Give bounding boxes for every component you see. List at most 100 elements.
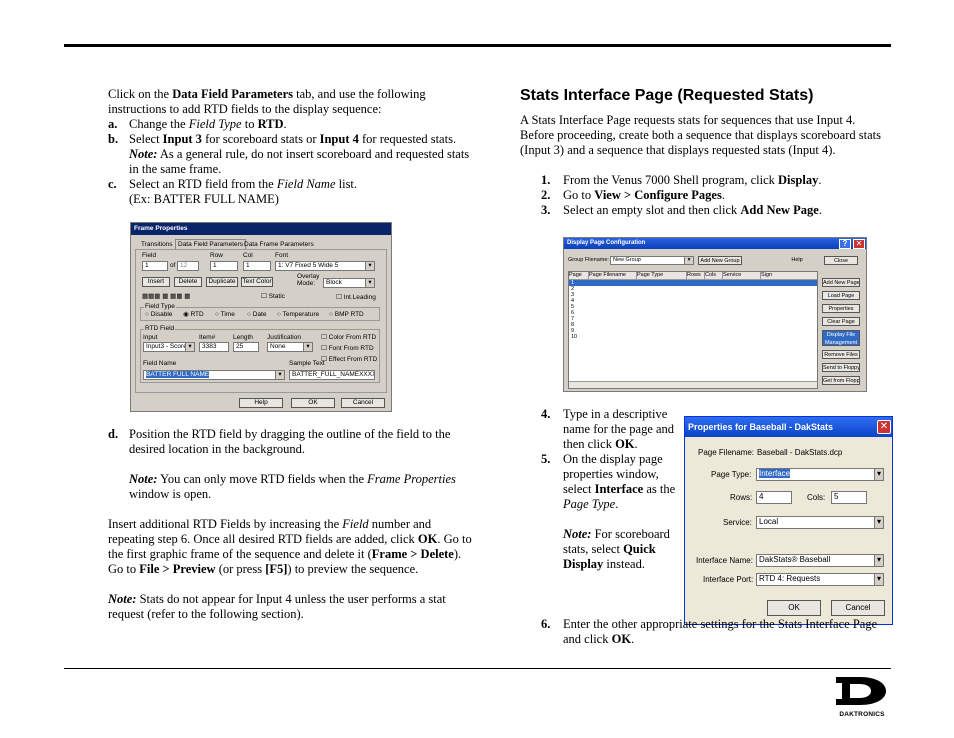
help-button[interactable]: Help: [239, 398, 283, 408]
side-button-5[interactable]: Remove Files: [822, 350, 860, 359]
overlay-mode-dropdown[interactable]: Block: [323, 278, 375, 288]
left-lower: d. Position the RTD field by dragging the…: [108, 427, 478, 622]
field-type-label: Field Type: [144, 303, 176, 311]
interface-name-dropdown[interactable]: DakStats® Baseball: [756, 554, 884, 567]
page-type-label: Page Type:: [711, 470, 752, 479]
step-c: c. Select an RTD field from the Field Nam…: [108, 177, 358, 206]
cols-label: Cols:: [807, 493, 826, 502]
ok-button[interactable]: OK: [291, 398, 335, 408]
service-label: Service:: [723, 518, 752, 527]
step-5: 5. On the display page properties window,…: [541, 452, 676, 571]
tab-data-frame-parameters[interactable]: Data Frame Parameters: [244, 241, 314, 249]
config-help-button[interactable]: Help: [780, 256, 814, 265]
group-filename-dropdown[interactable]: New Group: [610, 256, 694, 265]
tab-transitions[interactable]: Transitions: [141, 241, 173, 249]
step-3: 3. Select an empty slot and then click Ad…: [541, 203, 822, 217]
font-from-rtd-checkbox[interactable]: ☐ Font From RTD: [321, 345, 374, 353]
interface-name-label: Interface Name:: [696, 556, 753, 565]
left-column: Click on the Data Field Parameters tab, …: [108, 87, 478, 207]
side-button-6[interactable]: Send to Floppy: [822, 363, 860, 372]
horizontal-scrollbar[interactable]: [569, 381, 817, 388]
side-button-0[interactable]: Add New Page: [822, 278, 860, 287]
text-color-button[interactable]: Text Color: [241, 277, 273, 287]
page-filename-label: Page Filename:: [698, 448, 755, 457]
page-type-dropdown[interactable]: Interface: [756, 468, 884, 481]
step-1: 1. From the Venus 7000 Shell program, cli…: [541, 173, 822, 187]
duplicate-button[interactable]: Duplicate: [206, 277, 238, 287]
col-label: Col: [243, 252, 253, 259]
field-name-label: Field Name: [143, 360, 177, 367]
field-label: Field: [142, 252, 157, 259]
side-button-2[interactable]: Properties: [822, 304, 860, 313]
col-spinner[interactable]: 1: [243, 261, 271, 271]
row-label: Row: [210, 252, 224, 259]
step-4: 4. Type in a descriptive name for the pag…: [541, 407, 675, 451]
font-dropdown[interactable]: 1: V7 Fixed 5 Wide 5: [275, 261, 375, 271]
add-new-group-button[interactable]: Add New Group: [698, 256, 742, 265]
service-dropdown[interactable]: Local: [756, 516, 884, 529]
side-button-7[interactable]: Get from Floppy: [822, 376, 860, 385]
props-titlebar: Properties for Baseball - DakStats ✕: [685, 417, 892, 437]
props-body: [685, 437, 892, 624]
props-ok-button[interactable]: OK: [767, 600, 821, 616]
cols-spinner[interactable]: 5: [831, 491, 867, 504]
item-spinner[interactable]: 3383: [199, 342, 229, 352]
insert-button[interactable]: Insert: [142, 277, 170, 287]
font-label: Font: [275, 252, 289, 259]
color-from-rtd-checkbox[interactable]: ☐ Color From RTD: [321, 334, 376, 342]
right-column: Stats Interface Page (Requested Stats) A…: [520, 88, 900, 218]
pages-table[interactable]: Page Page Filename Page Type Rows Cols S…: [568, 271, 818, 389]
pages-table-body: 1 2 3 4 5 6 7 8 9 10: [569, 280, 817, 340]
static-checkbox[interactable]: ☐ Static: [261, 293, 285, 301]
rows-spinner[interactable]: 4: [756, 491, 792, 504]
group-filename-label: Group Filename:: [568, 257, 609, 263]
justification-dropdown[interactable]: None: [267, 342, 313, 352]
alignment-icons[interactable]: ▦▦▦ ▦ ▦▦ ▦: [142, 293, 190, 301]
field-total: 12: [177, 261, 199, 271]
field-name-dropdown[interactable]: BATTER FULL NAME: [143, 370, 285, 380]
side-button-4[interactable]: Display File Management: [822, 330, 860, 346]
page-properties-dialog: Properties for Baseball - DakStats ✕ Page…: [684, 416, 893, 625]
int-leading-checkbox[interactable]: ☐ Int.Leading: [336, 294, 376, 302]
frame-properties-dialog: Frame Properties Transitions Data Field …: [130, 222, 392, 412]
radio-disable[interactable]: ○ Disable: [145, 311, 172, 319]
of-label: of: [170, 262, 176, 269]
side-button-1[interactable]: Load Page: [822, 291, 860, 300]
interface-port-dropdown[interactable]: RTD 4: Requests: [756, 573, 884, 586]
side-button-3[interactable]: Clear Page: [822, 317, 860, 326]
props-cancel-button[interactable]: Cancel: [831, 600, 885, 616]
input-dropdown[interactable]: Input3 - Score: [143, 342, 195, 352]
steps-list: 1. From the Venus 7000 Shell program, cli…: [541, 173, 900, 218]
radio-time[interactable]: ○ Time: [215, 311, 235, 319]
item-label: Item#: [199, 334, 216, 341]
config-close-button[interactable]: Close: [824, 256, 858, 265]
radio-rtd[interactable]: ◉ RTD: [183, 311, 204, 319]
radio-date[interactable]: ○ Date: [247, 311, 266, 319]
preview-paragraph: Go to File > Preview (or press [F5]) to …: [108, 562, 419, 576]
close-icon[interactable]: ✕: [877, 420, 891, 434]
pages-table-header: Page Page Filename Page Type Rows Cols S…: [569, 272, 817, 280]
radio-bmp-rtd[interactable]: ○ BMP RTD: [329, 311, 364, 319]
rows-label: Rows:: [730, 493, 753, 502]
right-steps-lower: 4. Type in a descriptive name for the pag…: [541, 407, 677, 572]
effect-from-rtd-checkbox[interactable]: ☐ Effect From RTD: [321, 356, 377, 364]
radio-temperature[interactable]: ○ Temperature: [277, 311, 319, 319]
row-spinner[interactable]: 1: [210, 261, 238, 271]
length-spinner[interactable]: 25: [233, 342, 259, 352]
interface-port-label: Interface Port:: [703, 575, 754, 584]
intro-paragraph: Click on the Data Field Parameters tab, …: [108, 87, 426, 116]
justification-label: Justification: [267, 334, 301, 341]
sample-text-field[interactable]: BATTER_FULL_NAMEXXXX: [289, 370, 375, 380]
cancel-button[interactable]: Cancel: [341, 398, 385, 408]
length-label: Length: [233, 334, 253, 341]
step-d: d. Position the RTD field by dragging the…: [108, 427, 456, 501]
field-spinner[interactable]: 1: [142, 261, 168, 271]
help-icon[interactable]: ?: [839, 238, 851, 249]
table-row[interactable]: 10: [569, 334, 817, 340]
display-page-config-dialog: Display Page Configuration? ✕ Group Filen…: [563, 237, 867, 392]
section-heading: Stats Interface Page (Requested Stats): [520, 87, 814, 104]
insert-paragraph: Insert additional RTD Fields by increasi…: [108, 517, 472, 561]
overlay-mode-label: Overlay Mode:: [297, 273, 320, 287]
close-icon[interactable]: ✕: [853, 238, 865, 249]
delete-button[interactable]: Delete: [174, 277, 202, 287]
